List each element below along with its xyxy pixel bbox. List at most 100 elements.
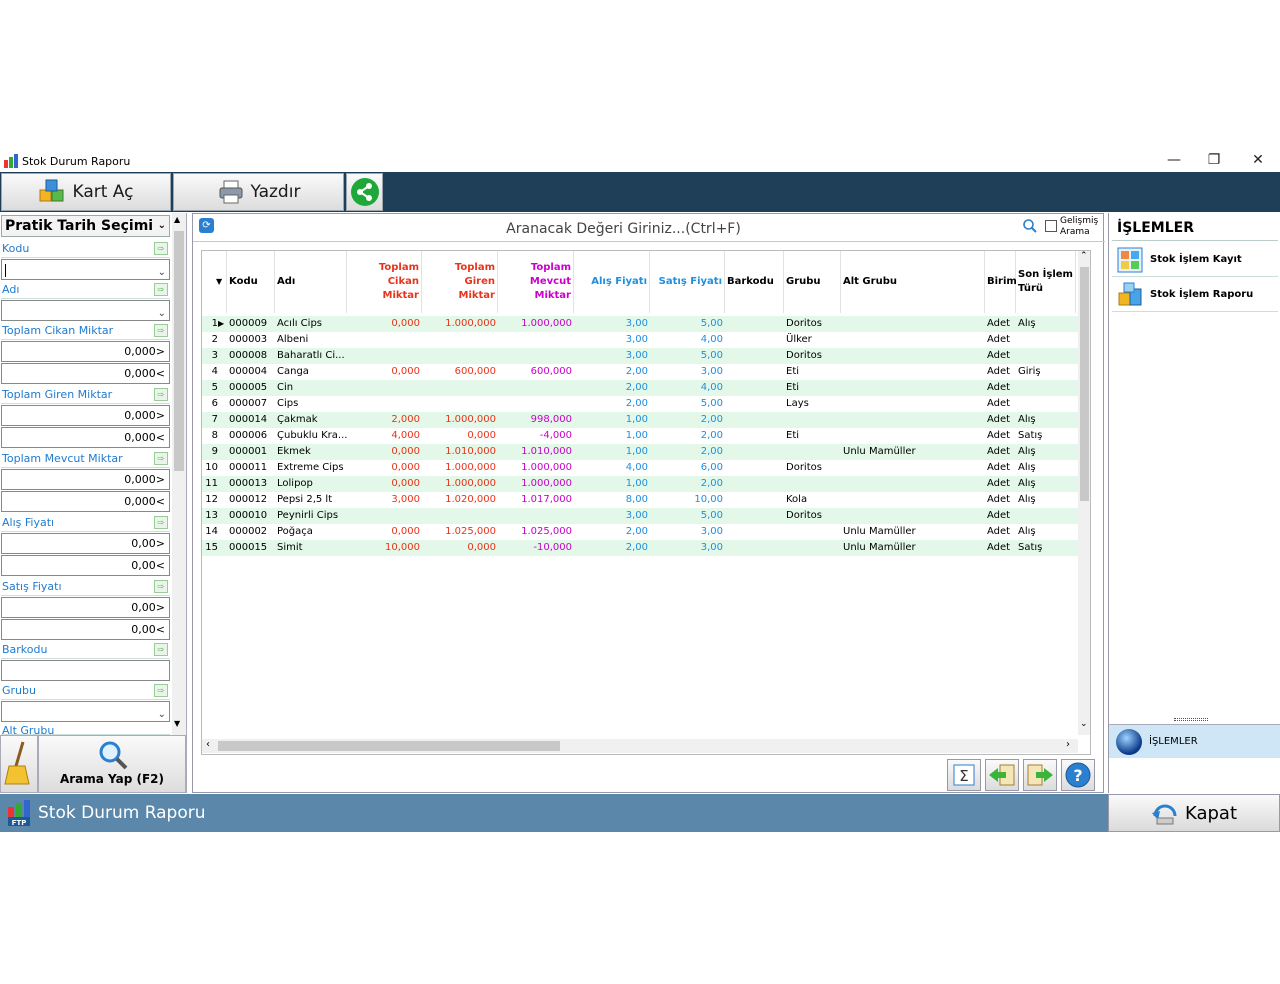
toplam-mevcut-max-input[interactable]: 0,000< bbox=[1, 491, 170, 512]
filter-toggle-icon[interactable]: ⇨ bbox=[154, 283, 168, 296]
stok-islem-raporu-item[interactable]: Stok İşlem Raporu bbox=[1112, 278, 1278, 312]
splitter-grip[interactable] bbox=[1174, 718, 1208, 721]
cell-satis-fiyati: 5,00 bbox=[700, 318, 723, 329]
satis-fiyati-max-input[interactable]: 0,00< bbox=[1, 619, 170, 640]
field-label-alis-fiyati: Alış Fiyatı ⇨ bbox=[1, 514, 170, 532]
filter-toggle-icon[interactable]: ⇨ bbox=[154, 643, 168, 656]
islemler-group-button[interactable]: İŞLEMLER bbox=[1109, 724, 1280, 758]
cell-adi: Cips bbox=[277, 398, 299, 409]
table-row[interactable]: 9 000001 Ekmek 0,000 1.010,000 1.010,000 1,00 2… bbox=[202, 444, 1078, 460]
col-header-satis-fiyati[interactable]: Satış Fiyatı bbox=[650, 251, 725, 313]
table-row[interactable]: 10 000011 Extreme Cips 0,000 1.000,000 1.000,… bbox=[202, 460, 1078, 476]
grid-horizontal-scrollbar[interactable]: ‹ › bbox=[202, 739, 1078, 753]
cell-birim: Adet bbox=[987, 350, 1011, 361]
alis-fiyati-min-input[interactable]: 0,00> bbox=[1, 533, 170, 554]
cell-kodu: 000014 bbox=[229, 414, 268, 425]
table-row[interactable]: 6 000007 Cips 2,00 5,00 Lays Adet bbox=[202, 396, 1078, 412]
chevron-down-icon: ⌄ bbox=[157, 709, 166, 720]
clear-filters-button[interactable] bbox=[0, 735, 38, 793]
stok-islem-kayit-item[interactable]: Stok İşlem Kayıt bbox=[1112, 243, 1278, 277]
col-header-toplam-mevcut[interactable]: Toplam Mevcut Miktar bbox=[498, 251, 574, 313]
close-window-button[interactable]: ✕ bbox=[1236, 150, 1280, 172]
filter-toggle-icon[interactable]: ⇨ bbox=[154, 388, 168, 401]
cell-alt-grubu bbox=[841, 492, 985, 508]
export-left-button[interactable] bbox=[985, 759, 1019, 791]
col-header-alt-grubu[interactable]: Alt Grubu bbox=[841, 251, 985, 313]
cell-son-islem bbox=[1016, 396, 1076, 412]
alis-fiyati-max-input[interactable]: 0,00< bbox=[1, 555, 170, 576]
cell-satis-fiyati: 6,00 bbox=[700, 462, 723, 473]
arama-yap-button[interactable]: Arama Yap (F2) bbox=[38, 735, 186, 793]
toplam-mevcut-min-input[interactable]: 0,000> bbox=[1, 469, 170, 490]
restore-button[interactable]: ❐ bbox=[1192, 150, 1236, 172]
table-row[interactable]: 4 000004 Canga 0,000 600,000 600,000 2,00 3,00 E… bbox=[202, 364, 1078, 380]
grubu-combo[interactable]: ⌄ bbox=[1, 701, 170, 722]
table-row[interactable]: 1 000009 Acılı Cips 0,000 1.000,000 1.000,000… bbox=[202, 316, 1078, 332]
kapat-button[interactable]: Kapat bbox=[1108, 794, 1280, 832]
table-row[interactable]: 2 000003 Albeni 3,00 4,00 Ülker Adet bbox=[202, 332, 1078, 348]
cell-birim: Adet bbox=[987, 318, 1011, 329]
table-row[interactable]: 7 000014 Çakmak 2,000 1.000,000 998,000 1,00 2,… bbox=[202, 412, 1078, 428]
filter-toggle-icon[interactable]: ⇨ bbox=[154, 242, 168, 255]
col-header-birim[interactable]: Birim bbox=[985, 251, 1017, 313]
filter-toggle-icon[interactable]: ⇨ bbox=[154, 684, 168, 697]
col-header-barkodu[interactable]: Barkodu bbox=[725, 251, 784, 313]
cell-kodu: 000011 bbox=[229, 462, 268, 473]
table-row[interactable]: 13 000010 Peynirli Cips 3,00 5,00 Doritos Adet bbox=[202, 508, 1078, 524]
field-label-grubu: Grubu ⇨ bbox=[1, 682, 170, 700]
table-row[interactable]: 12 000012 Pepsi 2,5 lt 3,000 1.020,000 1.017,… bbox=[202, 492, 1078, 508]
cell-barkodu bbox=[725, 444, 784, 460]
cell-kodu: 000008 bbox=[229, 350, 268, 361]
col-header-kodu[interactable]: Kodu bbox=[227, 251, 275, 313]
grid-vertical-scrollbar[interactable]: ⌃ ⌄ bbox=[1078, 251, 1090, 735]
toplam-giren-min-input[interactable]: 0,000> bbox=[1, 405, 170, 426]
col-header-son-islem[interactable]: Son İşlem Türü bbox=[1016, 251, 1076, 313]
toplam-cikan-max-input[interactable]: 0,000< bbox=[1, 363, 170, 384]
filter-toggle-icon[interactable]: ⇨ bbox=[154, 324, 168, 337]
advanced-search-checkbox[interactable] bbox=[1045, 220, 1057, 232]
filter-scrollbar[interactable]: ▲ ▼ bbox=[172, 213, 186, 735]
col-header-toplam-giren[interactable]: Toplam Giren Miktar bbox=[422, 251, 498, 313]
cell-alt-grubu bbox=[841, 316, 985, 332]
search-icon[interactable] bbox=[1022, 218, 1038, 234]
table-row[interactable]: 3 000008 Baharatlı Ci... 3,00 5,00 Doritos Ade… bbox=[202, 348, 1078, 364]
export-right-button[interactable] bbox=[1023, 759, 1057, 791]
table-row[interactable]: 14 000002 Poğaça 0,000 1.025,000 1.025,000 2,0… bbox=[202, 524, 1078, 540]
search-input[interactable]: Aranacak Değeri Giriniz...(Ctrl+F) bbox=[211, 218, 1036, 240]
table-row[interactable]: 11 000013 Lolipop 0,000 1.000,000 1.000,000 1,… bbox=[202, 476, 1078, 492]
cell-barkodu bbox=[725, 380, 784, 396]
chevron-down-icon: ⌄ bbox=[157, 308, 166, 319]
satis-fiyati-min-input[interactable]: 0,00> bbox=[1, 597, 170, 618]
cell-barkodu bbox=[725, 476, 784, 492]
adi-combo[interactable]: ⌄ bbox=[1, 300, 170, 321]
kodu-combo[interactable]: ⌄ bbox=[1, 259, 170, 280]
kart-ac-button[interactable]: Kart Aç bbox=[1, 173, 171, 211]
cell-barkodu bbox=[725, 412, 784, 428]
col-header-toplam-cikan[interactable]: Toplam Cikan Miktar bbox=[347, 251, 422, 313]
toplam-giren-max-input[interactable]: 0,000< bbox=[1, 427, 170, 448]
filter-toggle-icon[interactable]: ⇨ bbox=[154, 452, 168, 465]
col-header-alis-fiyati[interactable]: Alış Fiyatı bbox=[574, 251, 650, 313]
share-button[interactable] bbox=[346, 173, 383, 211]
filter-toggle-icon[interactable]: ⇨ bbox=[154, 516, 168, 529]
cell-toplam-mevcut: 1.000,000 bbox=[521, 478, 572, 489]
minimize-button[interactable]: — bbox=[1152, 150, 1196, 172]
table-row[interactable]: 15 000015 Simit 10,000 0,000 -10,000 2,00 3,00 U… bbox=[202, 540, 1078, 556]
yazdir-button[interactable]: Yazdır bbox=[173, 173, 344, 211]
chevron-down-icon: ⌄ bbox=[157, 267, 166, 278]
col-header-adi[interactable]: Adı bbox=[275, 251, 347, 313]
cell-adi: Albeni bbox=[277, 334, 309, 345]
row-number: 10 bbox=[205, 462, 218, 473]
table-row[interactable]: 5 000005 Cin 2,00 4,00 Eti Adet bbox=[202, 380, 1078, 396]
toplam-cikan-min-input[interactable]: 0,000> bbox=[1, 341, 170, 362]
pratik-tarih-secimi-dropdown[interactable]: Pratik Tarih Seçimi ⌄ bbox=[1, 215, 170, 237]
cell-birim: Adet bbox=[987, 542, 1011, 553]
table-row[interactable]: 8 000006 Çubuklu Kra... 4,000 0,000 -4,000 1,0… bbox=[202, 428, 1078, 444]
sum-button[interactable]: Σ bbox=[947, 759, 981, 791]
scroll-right-icon: › bbox=[1066, 739, 1070, 750]
kapat-label: Kapat bbox=[1184, 802, 1238, 824]
help-button[interactable]: ? bbox=[1061, 759, 1095, 791]
filter-toggle-icon[interactable]: ⇨ bbox=[154, 580, 168, 593]
col-header-grubu[interactable]: Grubu bbox=[784, 251, 841, 313]
barkodu-input[interactable] bbox=[1, 660, 170, 681]
